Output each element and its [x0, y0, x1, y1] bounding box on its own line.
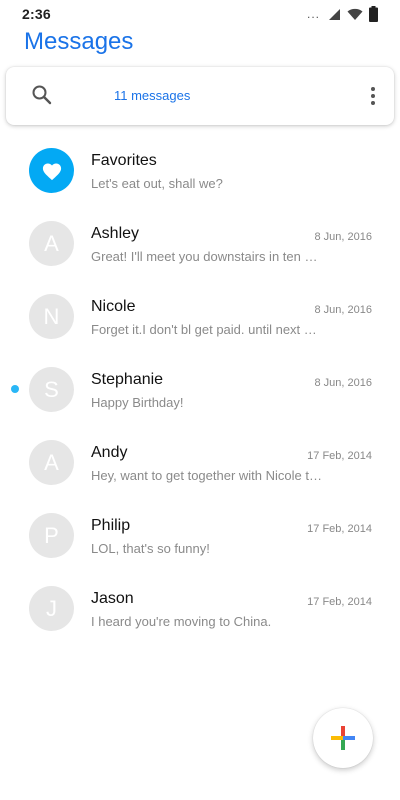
message-date: 8 Jun, 2016 [314, 377, 373, 389]
message-date: 8 Jun, 2016 [314, 304, 373, 316]
message-date: 8 Jun, 2016 [314, 231, 373, 243]
message-preview: Forget it.I don't bl get paid. until nex… [91, 322, 323, 337]
message-preview: LOL, that's so funny! [91, 541, 210, 556]
favorites-avatar [29, 148, 74, 193]
status-bar: 2:36 ... [0, 0, 400, 28]
contact-name: Philip [91, 517, 131, 534]
message-preview: Happy Birthday! [91, 395, 184, 410]
avatar: J [29, 586, 74, 631]
message-preview: Great! I'll meet you downstairs in ten m… [91, 249, 323, 264]
avatar: A [29, 221, 74, 266]
status-time: 2:36 [22, 6, 51, 22]
message-date: 17 Feb, 2014 [307, 450, 372, 462]
conversation-item-nicole[interactable]: N Nicole 8 Jun, 2016 Forget it.I don't b… [0, 282, 400, 355]
plus-icon [331, 726, 355, 750]
avatar: S [29, 367, 74, 412]
conversation-item-andy[interactable]: A Andy 17 Feb, 2014 Hey, want to get tog… [0, 428, 400, 501]
avatar: A [29, 440, 74, 485]
notification-dots-icon: ... [306, 7, 320, 21]
page-title: Messages [24, 28, 134, 55]
contact-name: Andy [91, 444, 128, 461]
contact-name: Stephanie [91, 371, 164, 388]
conversation-item-favorites[interactable]: Favorites Let's eat out, shall we? [0, 136, 400, 209]
message-preview: Hey, want to get together with Nicole to… [91, 468, 323, 483]
avatar: N [29, 294, 74, 339]
search-icon[interactable] [30, 83, 54, 107]
conversation-item-stephanie[interactable]: S Stephanie 8 Jun, 2016 Happy Birthday! [0, 355, 400, 428]
status-icons: ... [307, 6, 378, 22]
battery-icon [369, 6, 378, 22]
search-bar[interactable]: 11 messages [6, 67, 394, 125]
new-message-button[interactable] [313, 708, 373, 768]
conversation-item-ashley[interactable]: A Ashley 8 Jun, 2016 Great! I'll meet yo… [0, 209, 400, 282]
messages-screen: 2:36 ... Messages 11 messages Favorites … [0, 0, 400, 800]
wifi-icon [347, 8, 363, 20]
signal-icon [329, 8, 340, 20]
contact-name: Nicole [91, 298, 136, 315]
heart-icon [42, 163, 61, 180]
message-date: 17 Feb, 2014 [307, 523, 372, 535]
conversation-list: Favorites Let's eat out, shall we? A Ash… [0, 136, 400, 647]
conversation-item-jason[interactable]: J Jason 17 Feb, 2014 I heard you're movi… [0, 574, 400, 647]
contact-name: Ashley [91, 225, 140, 242]
unread-indicator [11, 385, 19, 393]
avatar: P [29, 513, 74, 558]
conversation-item-philip[interactable]: P Philip 17 Feb, 2014 LOL, that's so fun… [0, 501, 400, 574]
contact-name: Jason [91, 590, 134, 607]
message-count: 11 messages [114, 88, 191, 103]
message-preview: I heard you're moving to China. [91, 614, 272, 629]
contact-name: Favorites [91, 152, 157, 169]
message-date: 17 Feb, 2014 [307, 596, 372, 608]
more-vert-icon[interactable] [361, 84, 385, 108]
message-preview: Let's eat out, shall we? [91, 176, 223, 191]
